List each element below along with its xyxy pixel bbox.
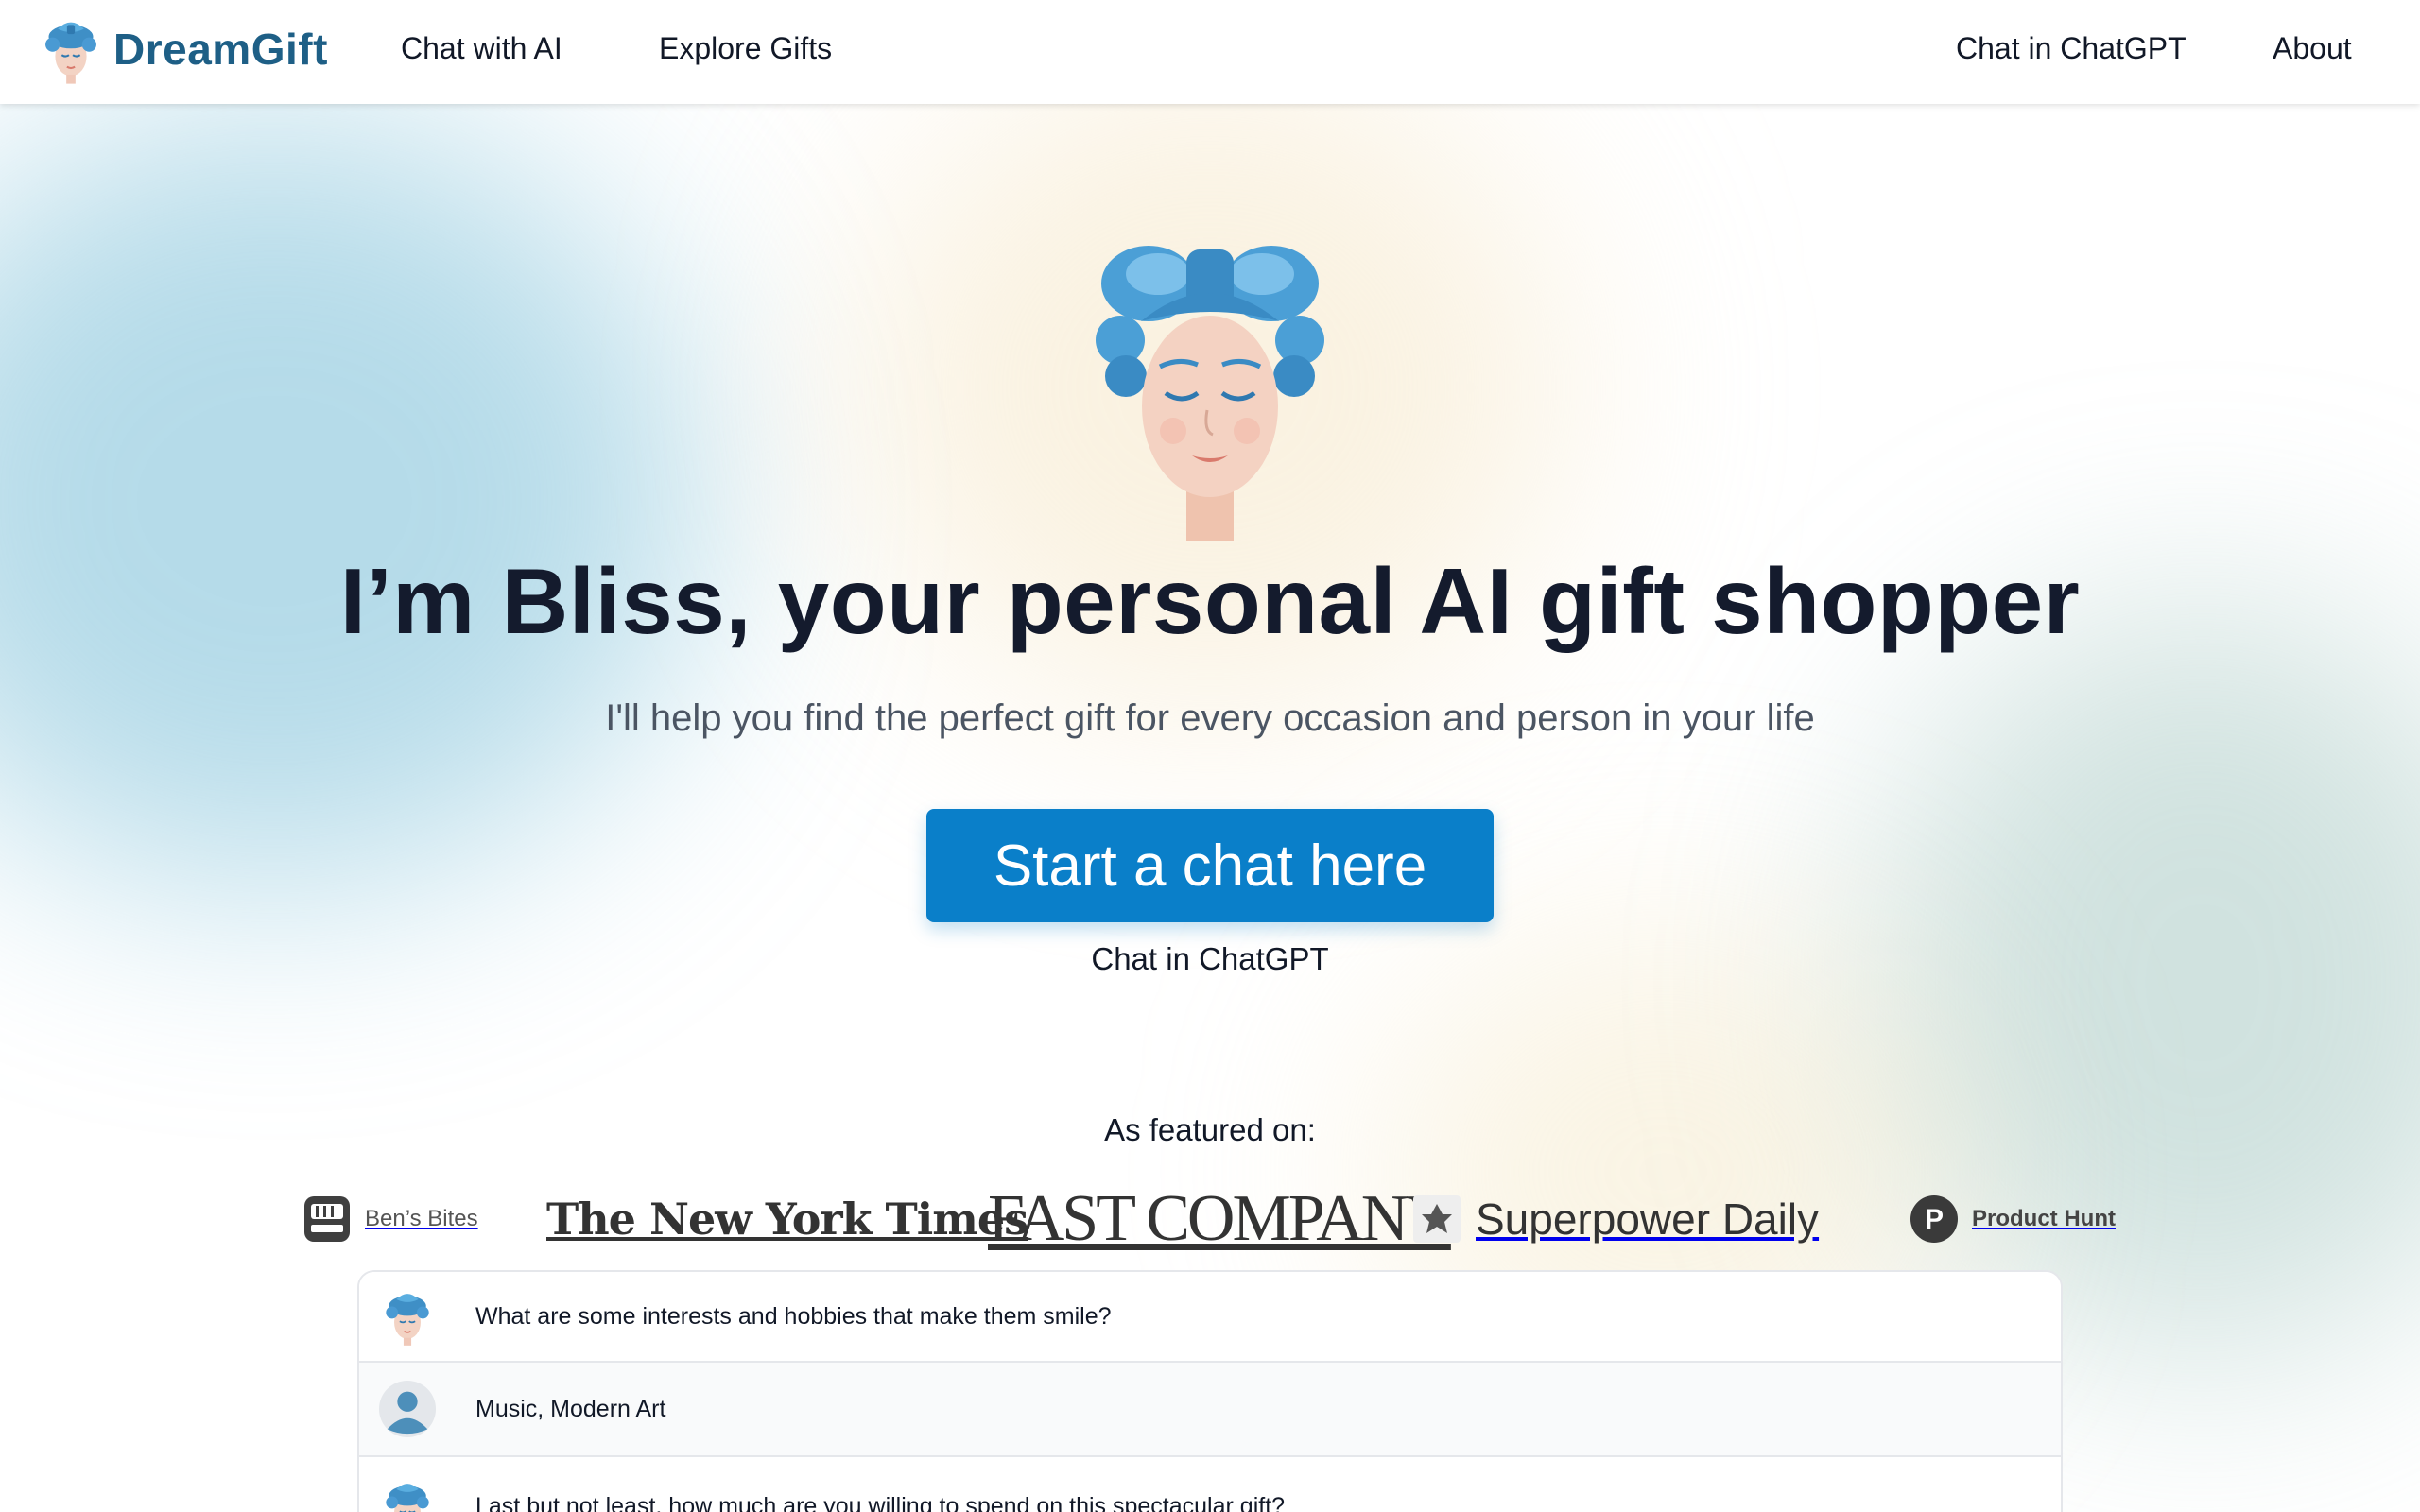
chat-in-chatgpt-link[interactable]: Chat in ChatGPT [0,941,2420,977]
chat-preview: What are some interests and hobbies that… [357,1270,2063,1512]
superpower-daily-logo[interactable]: Superpower Daily [1413,1181,1819,1257]
bliss-avatar-icon [1096,246,1324,541]
svg-text:P: P [1925,1204,1944,1235]
product-hunt-logo[interactable]: P Product Hunt [1910,1181,2116,1257]
start-chat-button[interactable]: Start a chat here [926,809,1494,922]
fast-company-logo[interactable]: FAST COMPANY [988,1181,1454,1257]
chat-message-assistant: What are some interests and hobbies that… [359,1272,2061,1363]
top-navbar: DreamGift Chat with AI Explore Gifts Cha… [0,0,2420,104]
nav-explore-gifts[interactable]: Explore Gifts [659,31,832,66]
bliss-avatar-icon [45,22,96,84]
nav-about[interactable]: About [2273,31,2352,66]
featured-logos: Ben’s Bites The New York Times FAST COMP… [0,1181,2420,1257]
chat-message-text: What are some interests and hobbies that… [475,1302,1112,1330]
hero-subtitle: I'll help you find the perfect gift for … [605,697,1815,739]
bliss-avatar-icon [386,1484,429,1512]
featured-label: As featured on: [1104,1112,1316,1147]
bliss-avatar-icon [386,1294,429,1346]
nav-chat-in-chatgpt[interactable]: Chat in ChatGPT [1956,31,2187,66]
brand-logo-link[interactable]: DreamGift [38,13,328,85]
chat-message-user: Music, Modern Art [359,1363,2061,1457]
product-hunt-icon: P [1910,1195,1958,1243]
background-glow [0,113,700,888]
product-hunt-text: Product Hunt [1972,1206,2116,1231]
superpower-daily-text: Superpower Daily [1476,1194,1820,1244]
user-avatar-icon [378,1380,437,1438]
nav-chat-with-ai[interactable]: Chat with AI [401,31,562,66]
chat-message-text: Last but not least, how much are you wil… [475,1493,1286,1512]
chat-message-assistant: Last but not least, how much are you wil… [359,1457,2061,1512]
nyt-logo[interactable]: The New York Times [546,1181,1028,1257]
superpower-daily-icon [1413,1195,1461,1243]
hero-title: I’m Bliss, your personal AI gift shopper [339,549,2081,653]
bens-bites-icon [304,1196,350,1242]
chat-message-text: Music, Modern Art [475,1395,666,1422]
bens-bites-logo[interactable]: Ben’s Bites [302,1181,478,1257]
bens-bites-text: Ben’s Bites [365,1206,478,1231]
brand-name: DreamGift [113,25,328,74]
